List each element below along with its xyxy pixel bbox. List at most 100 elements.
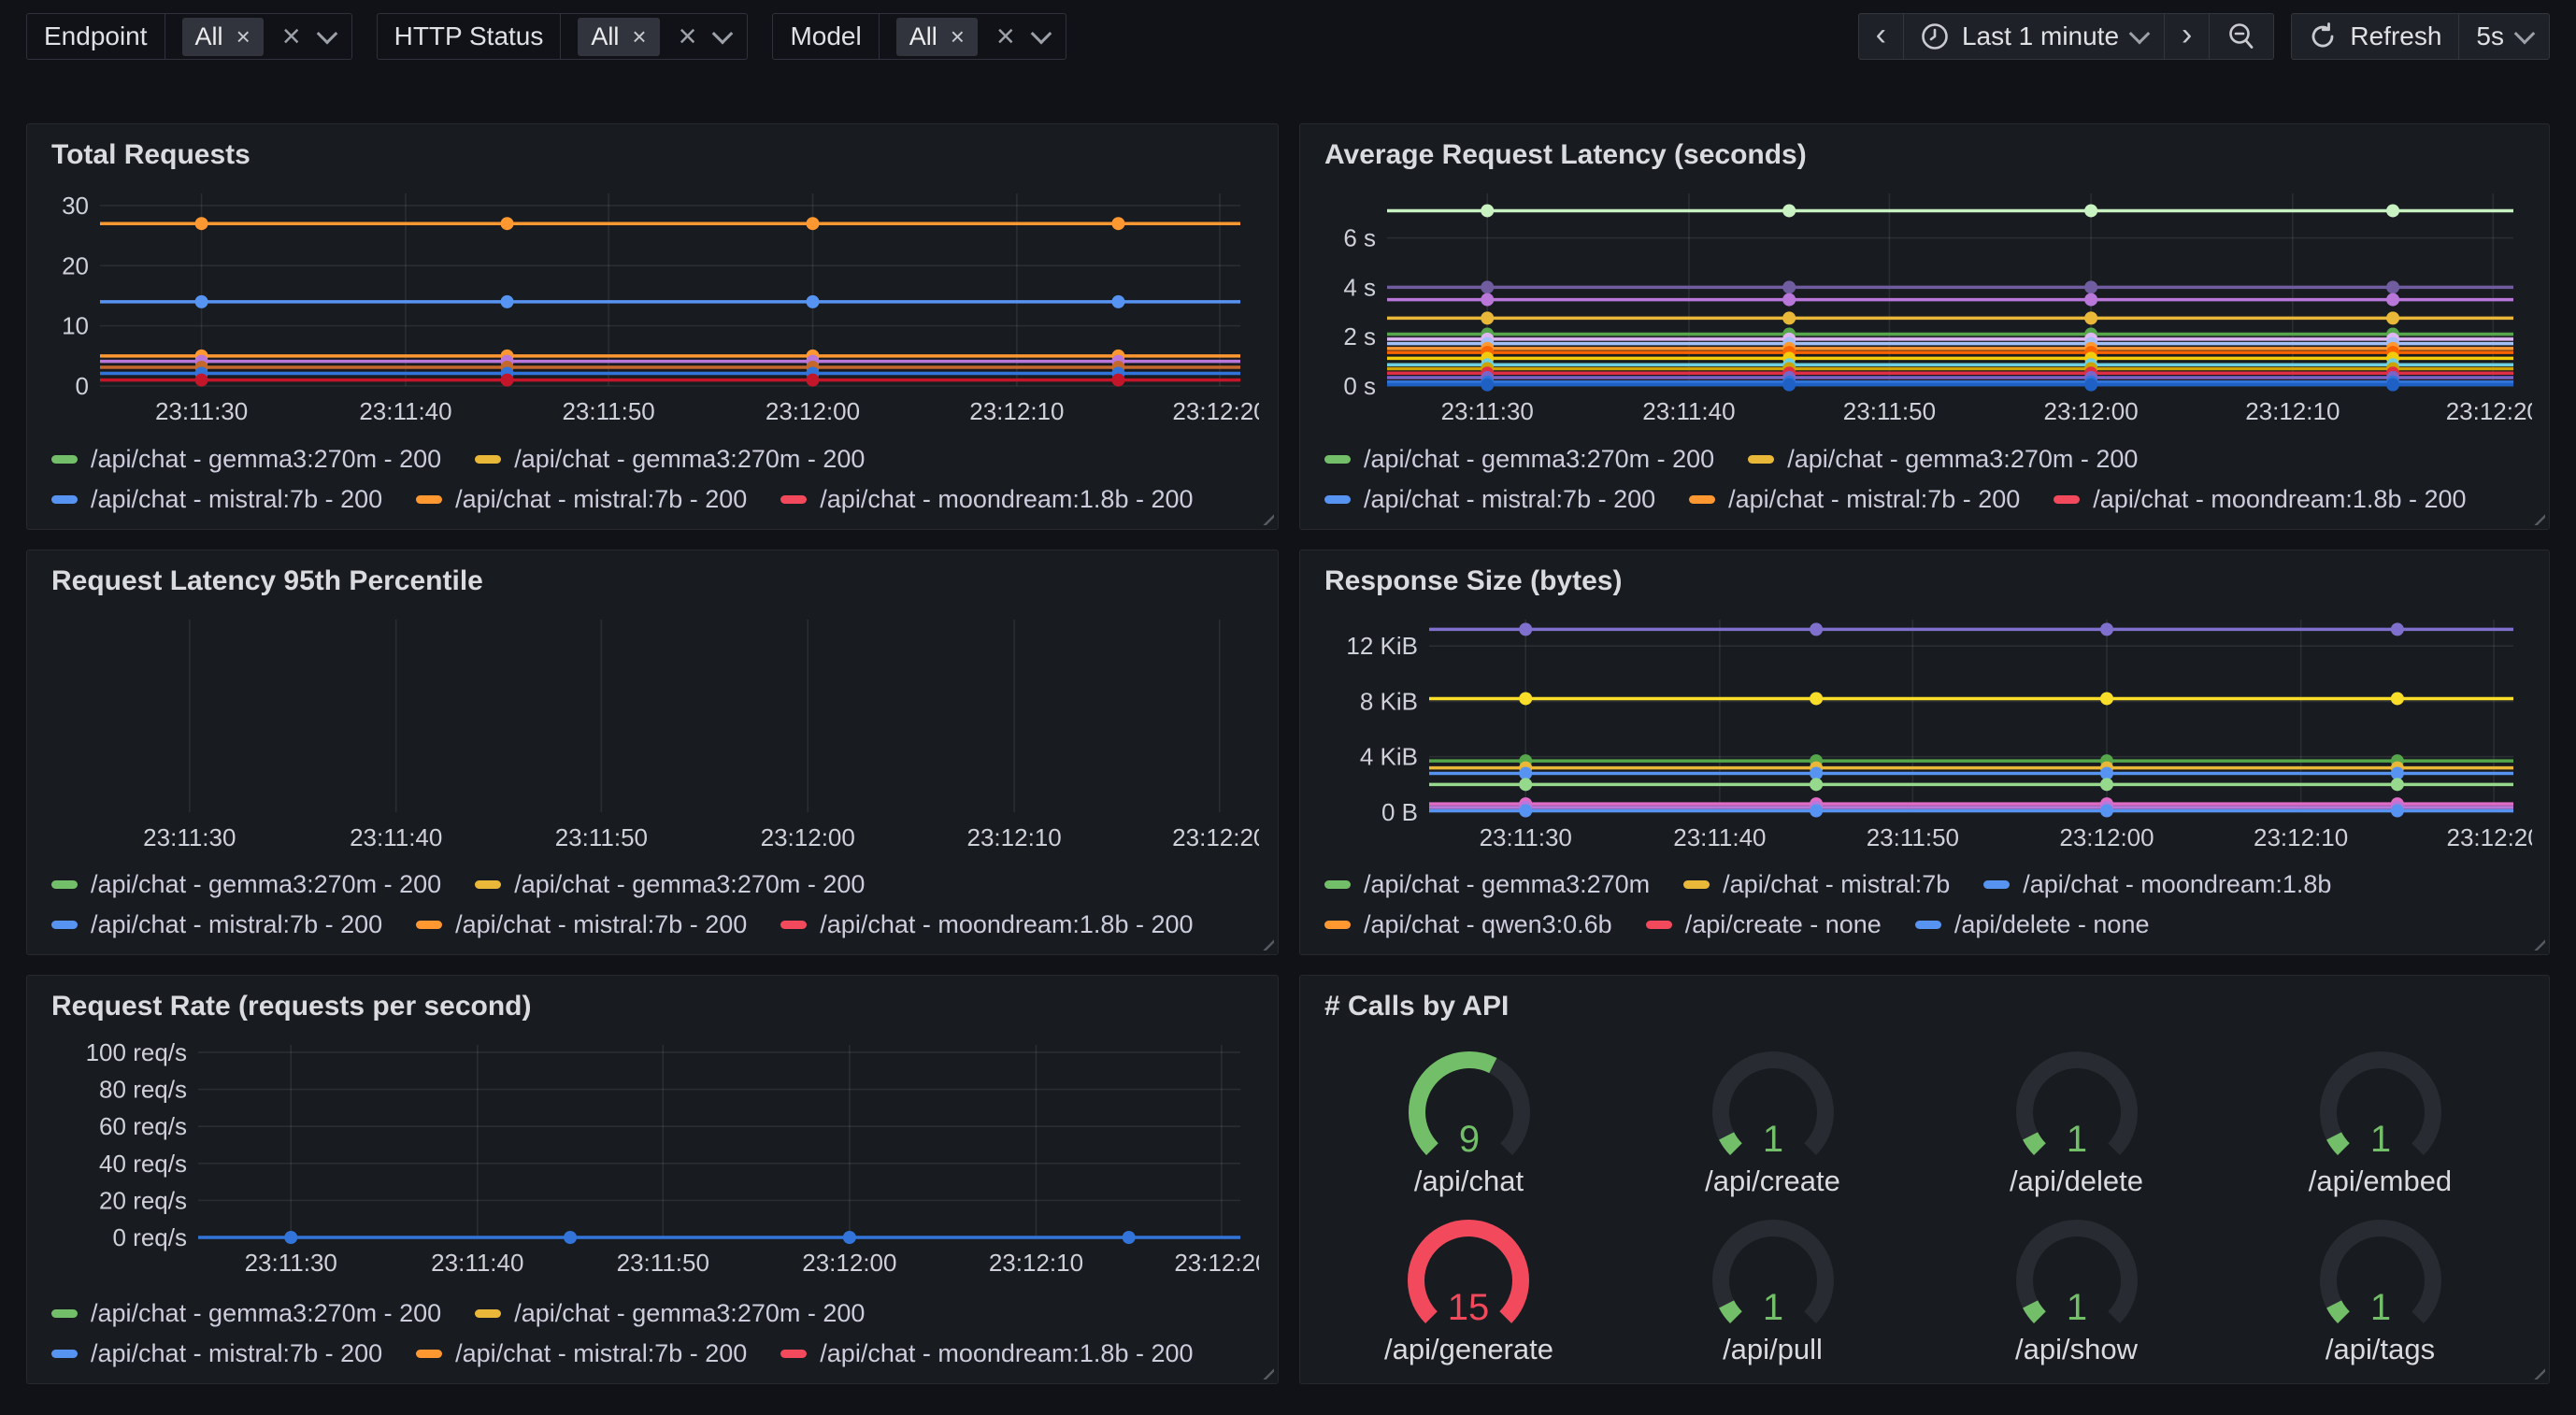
chevron-down-icon[interactable] [712,23,734,45]
legend-item[interactable]: /api/chat - gemma3:270m - 200 [1748,445,2138,474]
legend-item[interactable]: /api/chat - mistral:7b - 200 [416,485,747,514]
y-axis-tick-label: 4 s [1343,273,1376,301]
dashboard-grid: Total Requests 23:11:3023:11:4023:11:502… [0,123,2576,1384]
chart-canvas[interactable]: 23:11:3023:11:4023:11:5023:12:0023:12:10… [44,180,1259,431]
time-forward-button[interactable]: › [2164,14,2209,59]
chevron-down-icon[interactable] [316,23,337,45]
legend-item[interactable]: /api/chat - gemma3:270m - 200 [51,1299,441,1328]
time-range-button[interactable]: Last 1 minute [1903,14,2164,59]
gauge[interactable]: 1/api/create [1694,1045,1853,1198]
chip-remove-icon[interactable]: × [236,24,250,49]
legend-item[interactable]: /api/chat - gemma3:270m - 200 [475,870,865,899]
panel-title[interactable]: Request Rate (requests per second) [51,991,1261,1022]
filter-chip[interactable]: All × [896,18,978,56]
x-axis-tick-label: 23:11:50 [562,397,654,425]
zoom-out-button[interactable] [2209,14,2273,59]
legend-item[interactable]: /api/chat - gemma3:270m - 200 [475,445,865,474]
series-point [1123,1231,1136,1244]
filter-endpoint-label: Endpoint [27,14,165,59]
gauge[interactable]: 1/api/pull [1694,1213,1853,1366]
refresh-button[interactable]: Refresh [2292,14,2458,59]
series-point [1519,805,1532,818]
gauge-arc: 1 [1694,1045,1853,1165]
chart-canvas[interactable]: 23:11:3023:11:4023:11:5023:12:0023:12:10… [44,607,1259,857]
panel-title[interactable]: Response Size (bytes) [1324,565,2532,597]
gauge-grid: 9/api/chat1/api/create1/api/delete1/api/… [1317,1032,2532,1376]
filter-clear-icon[interactable]: × [282,21,301,52]
filter-chip[interactable]: All × [182,18,264,56]
legend: /api/chat - gemma3:270m - 200/api/chat -… [44,1299,1261,1376]
series-point [1782,311,1796,324]
filter-http-status-select[interactable]: All × × [561,14,747,59]
panel-calls-by-api: # Calls by API 9/api/chat1/api/create1/a… [1299,975,2550,1384]
legend-label: /api/chat - gemma3:270m - 200 [514,445,865,474]
legend-item[interactable]: /api/chat - mistral:7b - 200 [51,1339,382,1368]
gauge-label: /api/delete [2010,1165,2143,1198]
legend-item[interactable]: /api/chat - mistral:7b - 200 [1689,485,2020,514]
legend-item[interactable]: /api/chat - gemma3:270m - 200 [475,1299,865,1328]
legend-item[interactable]: /api/chat - mistral:7b [1683,870,1950,899]
legend-swatch [51,880,78,889]
panel-title[interactable]: Average Request Latency (seconds) [1324,139,2532,171]
chart-canvas[interactable]: 23:11:3023:11:4023:11:5023:12:0023:12:10… [1317,607,2532,857]
legend-item[interactable]: /api/chat - moondream:1.8b - 200 [780,910,1193,939]
gauge[interactable]: 1/api/delete [1997,1045,2156,1198]
filter-clear-icon[interactable]: × [679,21,697,52]
chevron-right-icon: › [2182,19,2192,54]
gauge[interactable]: 1/api/show [1997,1213,2156,1366]
chip-remove-icon[interactable]: × [632,24,646,49]
chart-canvas[interactable]: 23:11:3023:11:4023:11:5023:12:0023:12:10… [44,1032,1259,1282]
series-point [2100,805,2113,818]
legend-item[interactable]: /api/chat - mistral:7b - 200 [416,910,747,939]
legend-label: /api/chat - mistral:7b - 200 [91,910,382,939]
refresh-interval-dropdown[interactable]: 5s [2458,14,2549,59]
legend-item[interactable]: /api/chat - moondream:1.8b - 200 [2054,485,2466,514]
legend-item[interactable]: /api/delete - none [1915,910,2150,939]
time-back-button[interactable]: ‹ [1859,14,1903,59]
legend-item[interactable]: /api/chat - gemma3:270m - 200 [51,870,441,899]
legend-item[interactable]: /api/chat - mistral:7b - 200 [416,1339,747,1368]
panel-request-rate: Request Rate (requests per second) 23:11… [26,975,1279,1384]
legend-item[interactable]: /api/chat - mistral:7b - 200 [51,485,382,514]
legend-label: /api/chat - moondream:1.8b - 200 [820,910,1193,939]
y-axis-tick-label: 10 [62,312,89,340]
x-axis-tick-label: 23:11:40 [1673,823,1766,851]
series-point [1810,622,1823,636]
legend-item[interactable]: /api/chat - gemma3:270m [1324,870,1650,899]
time-controls: ‹ Last 1 minute › [1858,13,2550,60]
gauge[interactable]: 1/api/embed [2301,1045,2460,1198]
legend-swatch [416,921,442,929]
gauge[interactable]: 15/api/generate [1384,1213,1553,1366]
legend-item[interactable]: /api/chat - moondream:1.8b - 200 [780,485,1193,514]
legend-label: /api/chat - mistral:7b - 200 [1728,485,2020,514]
panel-title[interactable]: # Calls by API [1324,991,2532,1022]
legend-label: /api/chat - mistral:7b - 200 [91,1339,382,1368]
gauge[interactable]: 1/api/tags [2301,1213,2460,1366]
filter-model-select[interactable]: All × × [880,14,1066,59]
filter-endpoint-select[interactable]: All × × [165,14,351,59]
legend-label: /api/chat - mistral:7b - 200 [455,910,747,939]
x-axis-tick-label: 23:12:00 [766,397,860,425]
legend-item[interactable]: /api/chat - mistral:7b - 200 [51,910,382,939]
chip-remove-icon[interactable]: × [951,24,965,49]
legend-item[interactable]: /api/chat - gemma3:270m - 200 [51,445,441,474]
panel-title[interactable]: Total Requests [51,139,1261,171]
gauge[interactable]: 9/api/chat [1390,1045,1549,1198]
legend-item[interactable]: /api/chat - gemma3:270m - 200 [1324,445,1714,474]
chevron-down-icon[interactable] [1030,23,1052,45]
y-axis-tick-label: 80 req/s [99,1076,187,1104]
legend-item[interactable]: /api/chat - qwen3:0.6b [1324,910,1612,939]
gauge-label: /api/create [1705,1165,1840,1198]
panel-title[interactable]: Request Latency 95th Percentile [51,565,1261,597]
legend-swatch [1324,495,1351,504]
legend-swatch [51,455,78,464]
legend-item[interactable]: /api/chat - moondream:1.8b - 200 [780,1339,1193,1368]
series-point [1810,692,1823,705]
legend-item[interactable]: /api/create - none [1646,910,1882,939]
legend-item[interactable]: /api/chat - moondream:1.8b [1983,870,2331,899]
gauge-arc: 1 [1997,1045,2156,1165]
filter-chip[interactable]: All × [578,18,659,56]
chart-canvas[interactable]: 23:11:3023:11:4023:11:5023:12:0023:12:10… [1317,180,2532,431]
filter-clear-icon[interactable]: × [996,21,1015,52]
legend-item[interactable]: /api/chat - mistral:7b - 200 [1324,485,1655,514]
